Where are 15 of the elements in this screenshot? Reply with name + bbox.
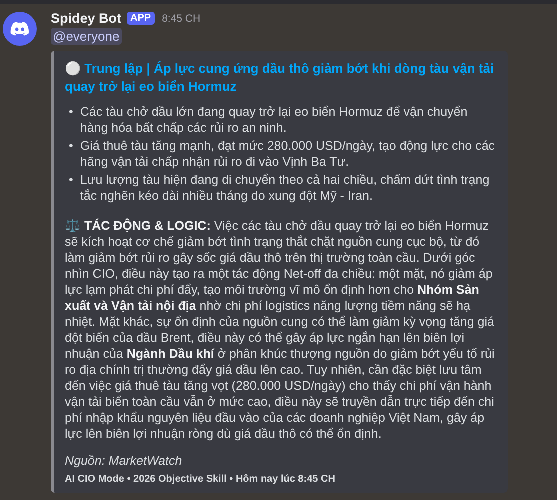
- bullet-marker: •: [69, 172, 74, 189]
- mention[interactable]: @everyone: [51, 28, 122, 45]
- bullet-item: Lưu lượng tàu hiện đang di chuyển theo cả hai chiều, chấm dứt tình trạng tắc nghẽn kéo dài nhiều tháng do xung đột Mỹ - Iran.: [80, 172, 491, 204]
- source-text: Nguồn: MarketWatch: [65, 454, 184, 468]
- embed-footer: AI CIO Mode • 2026 Objective Skill • Hôm nay lúc 8:45 CH: [65, 474, 496, 485]
- bullet-item: Các tàu chở dầu lớn đang quay trở lại eo biển Hormuz để vận chuyển hàng hóa bất chấp các rủi ro an ninh.: [80, 104, 469, 136]
- timestamp: 8:45 CH: [162, 12, 201, 24]
- app-badge: APP: [126, 12, 156, 25]
- bot-avatar-icon[interactable]: [3, 12, 37, 46]
- embed-title[interactable]: ⚪ Trung lập | Áp lực cung ứng dầu thô giảm bớt khi dòng tàu vận tải quay trở lại eo biển Hormuz: [65, 60, 496, 96]
- author-name[interactable]: Spidey Bot: [51, 11, 122, 26]
- analysis-paragraph: ⚖ TÁC ĐỘNG & LOGIC: Việc các tàu chở dầu quay trở lại eo biển Hormuz sẽ kích hoạt cơ chế giảm bớt tình trạng thắt chặt nguồn cung cục bộ, từ đó làm giảm bớt rủi ro gây sốc giá dầu thô trên thị trường toàn cầu. Dưới góc nhìn CIO, điều này tạo ra một tác động Net-off đa chiều: một mặt, nó giảm áp lực lạm phát chi phí đẩy, tạo môi trường vĩ mô ổn định hơn cho Nhóm Sản xuất và Vận tải nội địa nhờ chi phí logistics năng lượng tiềm năng sẽ hạ nhiệt. Mặt khác, sự ổn định của nguồn cung có thể làm giảm kỳ vọng tăng giá đột biến của dầu Brent, điều này có thể gây áp lực ngắn hạn lên biên lợi nhuận của Ngành Dầu khí ở phân khúc thượng nguồn do giảm bớt yếu tố rủi ro địa chính trị thường đẩy giá dầu lên cao. Tuy nhiên, cần đặc biệt lưu tâm đến việc giá thuê tàu tăng vọt (280.000 USD/ngày) cho thấy chi phí vận hành vận tải biển toàn cầu vẫn ở mức cao, điều này sẽ truyền dẫn trực tiếp đến chi phí nhập khẩu nguyên liệu đầu vào của các doanh nghiệp Việt Nam, gây áp lực lên biên lợi nhuận ròng dù giá dầu thô có thể ổn định.: [65, 218, 496, 442]
- bullet-item: Giá thuê tàu tăng mạnh, đạt mức 280.000 USD/ngày, tạo động lực cho các hãng vận tải chấp nhận rủi ro đi vào Vịnh Ba Tư.: [80, 138, 496, 170]
- bullet-marker: •: [69, 104, 74, 121]
- bullet-marker: •: [69, 138, 74, 155]
